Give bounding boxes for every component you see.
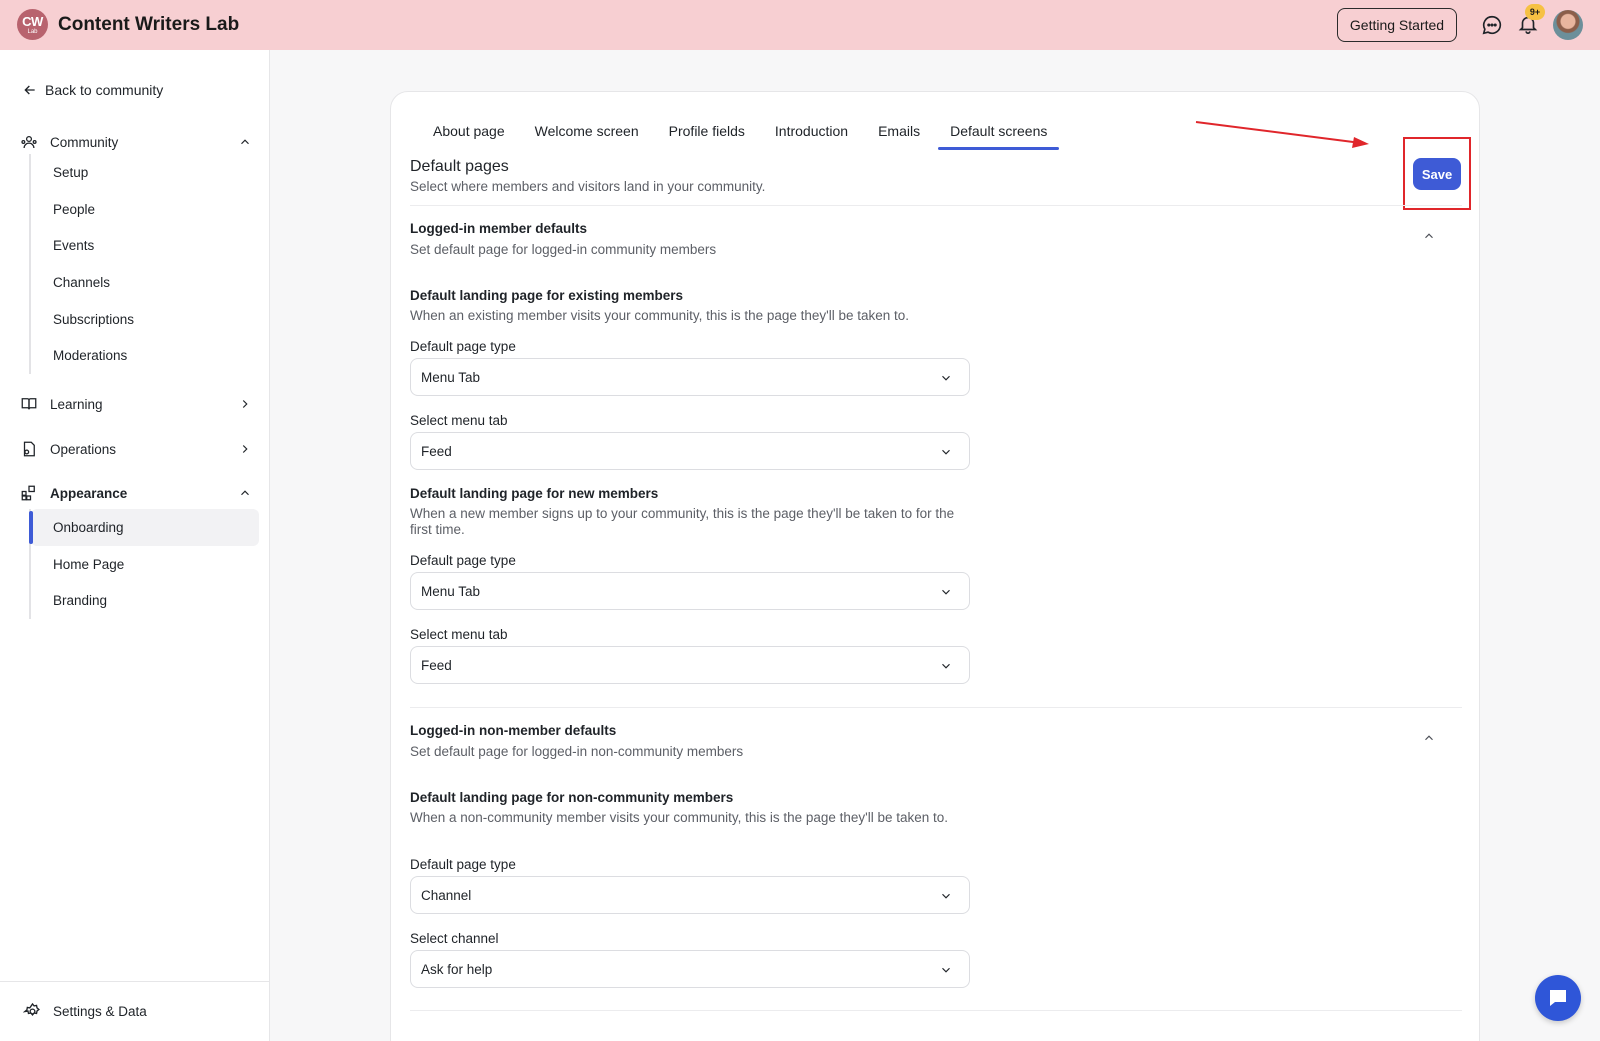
sidebar-item-setup[interactable]: Setup [31,154,259,191]
existing-menu-tab-label: Select menu tab [410,413,508,428]
new-members-title: Default landing page for new members [410,486,659,501]
chevron-down-icon [942,663,950,669]
select-value: Feed [421,443,452,459]
new-page-type-select[interactable]: Menu Tab [410,572,970,610]
chevron-down-icon [942,589,950,595]
logo-subtext: Lab [27,28,38,35]
sidebar-item-onboarding[interactable]: Onboarding [29,509,259,546]
avatar[interactable] [1553,10,1583,40]
non-community-title: Default landing page for non-community m… [410,790,734,805]
sidebar-section-community[interactable]: Community [20,129,252,155]
new-members-desc: When a new member signs up to your commu… [410,506,955,537]
community-logo[interactable]: CW Lab [17,9,48,40]
chevron-down-icon [942,375,950,381]
tab-about-page[interactable]: About page [421,116,517,146]
non-member-defaults-title: Logged-in non-member defaults [410,723,617,738]
sidebar-item-subscriptions[interactable]: Subscriptions [31,301,259,338]
select-value: Ask for help [421,961,493,977]
community-subnav: Setup People Events Channels Subscriptio… [29,154,259,375]
notification-badge: 9+ [1525,4,1545,20]
member-defaults-title: Logged-in member defaults [410,221,588,236]
appearance-icon [21,485,35,501]
non-member-defaults-subtitle: Set default page for logged-in non-commu… [410,744,744,759]
community-icon [21,135,37,149]
top-bar: CW Lab Content Writers Lab Getting Start… [0,0,1600,50]
divider [410,707,1462,708]
non-community-page-type-select[interactable]: Channel [410,876,970,914]
settings-label: Settings & Data [53,1004,147,1019]
support-chat-button[interactable] [1535,975,1581,1021]
settings-and-data-link[interactable]: Settings & Data [0,981,269,1041]
tab-profile-fields[interactable]: Profile fields [657,116,757,146]
tab-default-screens[interactable]: Default screens [938,116,1060,150]
tab-emails[interactable]: Emails [866,116,932,146]
select-value: Menu Tab [421,369,481,385]
divider [410,205,1462,206]
select-value: Feed [421,657,452,673]
chevron-down-icon [942,893,950,899]
select-value: Menu Tab [421,583,481,599]
operations-label: Operations [50,441,117,457]
channel-select[interactable]: Ask for help [410,950,970,988]
sidebar-item-events[interactable]: Events [31,227,259,264]
chevron-down-icon [942,449,950,455]
gear-icon [23,1002,40,1016]
existing-page-type-select[interactable]: Menu Tab [410,358,970,396]
chevron-up-icon[interactable] [1422,731,1436,745]
getting-started-button[interactable]: Getting Started [1337,8,1457,42]
arrow-left-icon [24,85,35,95]
appearance-label: Appearance [50,485,128,501]
non-community-desc: When a non-community member visits your … [410,810,949,825]
new-menu-tab-select[interactable]: Feed [410,646,970,684]
select-channel-label: Select channel [410,931,499,946]
save-button[interactable]: Save [1413,158,1461,190]
app-title[interactable]: Content Writers Lab [58,14,239,36]
chevron-up-icon[interactable] [238,135,252,149]
sidebar-item-home-page[interactable]: Home Page [31,546,259,583]
sidebar-item-people[interactable]: People [31,191,259,228]
chevron-right-icon[interactable] [238,442,252,456]
existing-members-desc: When an existing member visits your comm… [410,308,910,323]
back-to-community-link[interactable]: Back to community [22,82,163,98]
annotation-arrow [1195,121,1369,148]
non-community-page-type-label: Default page type [410,857,516,872]
community-label: Community [50,134,119,150]
appearance-subnav: Onboarding Home Page Branding [29,509,259,620]
tab-welcome-screen[interactable]: Welcome screen [523,116,651,146]
sidebar-section-appearance[interactable]: Appearance [20,480,252,506]
sidebar-item-moderations[interactable]: Moderations [31,337,259,374]
learning-label: Learning [50,396,103,412]
new-page-type-label: Default page type [410,553,516,568]
page-title: Default pages [410,158,509,175]
settings-card: About page Welcome screen Profile fields… [390,91,1480,1041]
sidebar: Back to community Community Setup People… [0,50,270,1041]
sidebar-section-learning[interactable]: Learning [20,391,252,417]
sidebar-item-branding[interactable]: Branding [31,582,259,619]
existing-members-title: Default landing page for existing member… [410,288,684,303]
chevron-up-icon[interactable] [1422,229,1436,243]
page-subtitle: Select where members and visitors land i… [410,179,766,194]
chat-icon[interactable] [1481,14,1503,36]
new-menu-tab-label: Select menu tab [410,627,508,642]
divider [410,1010,1462,1011]
back-link-label: Back to community [45,82,164,98]
tab-introduction[interactable]: Introduction [763,116,860,146]
chevron-right-icon[interactable] [238,397,252,411]
logo-text: CW [22,13,43,29]
chevron-up-icon[interactable] [238,486,252,500]
existing-menu-tab-select[interactable]: Feed [410,432,970,470]
chevron-down-icon [942,967,950,973]
message-icon [1550,990,1566,1006]
sidebar-section-operations[interactable]: Operations [20,436,252,462]
operations-icon [23,441,35,457]
sidebar-item-channels[interactable]: Channels [31,264,259,301]
tab-bar: About page Welcome screen Profile fields… [421,116,1065,150]
existing-page-type-label: Default page type [410,339,516,354]
select-value: Channel [421,887,472,903]
member-defaults-subtitle: Set default page for logged-in community… [410,242,717,257]
book-icon [21,398,37,410]
